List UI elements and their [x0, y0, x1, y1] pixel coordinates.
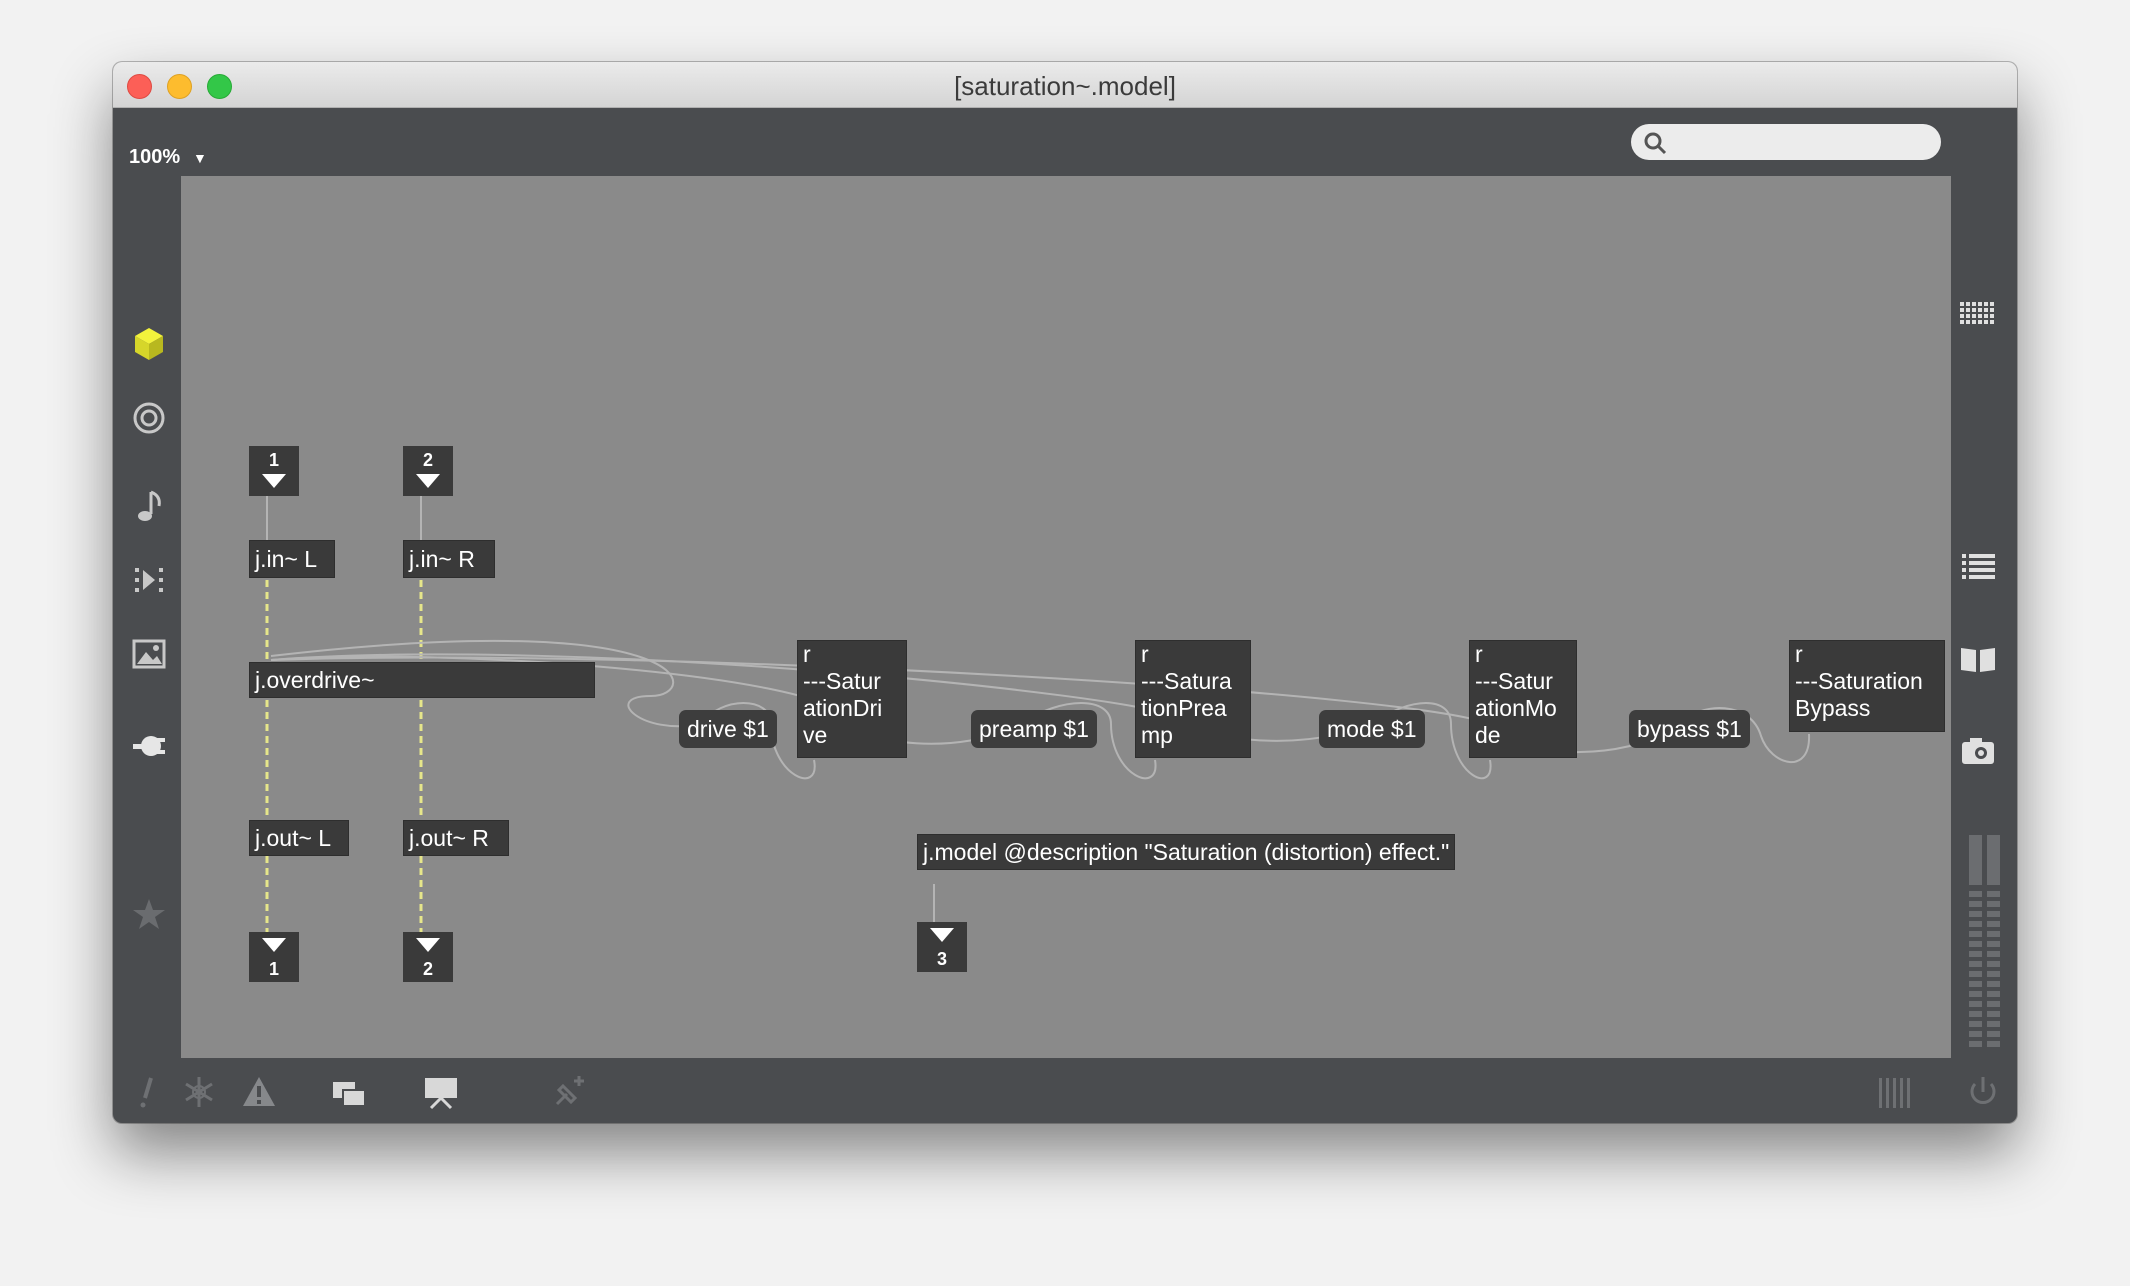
- bars-icon[interactable]: [1873, 1072, 1913, 1112]
- bypass-message[interactable]: bypass $1: [1629, 710, 1750, 748]
- patch-canvas[interactable]: 1 2 j.in~ L j.in~ R j.overdrive~ j.out~ …: [181, 176, 1951, 1058]
- j-out-l-object[interactable]: j.out~ L: [249, 820, 349, 856]
- receive-preamp-object[interactable]: r ---Satura tionPrea mp: [1135, 640, 1251, 758]
- outlet-arrow-icon: [416, 938, 440, 952]
- title-bar: [saturation~.model]: [113, 62, 2017, 108]
- exclamation-icon[interactable]: [129, 1072, 169, 1112]
- level-meter: [1965, 835, 2005, 1055]
- receive-drive-object[interactable]: r ---Satur ationDri ve: [797, 640, 907, 758]
- search-icon: [1644, 132, 1667, 155]
- windows-icon[interactable]: [329, 1072, 369, 1112]
- power-icon[interactable]: [1963, 1072, 2003, 1112]
- outlet-1-number: 1: [268, 959, 279, 979]
- star-icon[interactable]: [129, 894, 169, 934]
- preamp-message[interactable]: preamp $1: [971, 710, 1097, 748]
- inlet-2[interactable]: 2: [403, 446, 453, 496]
- j-out-r-object[interactable]: j.out~ R: [403, 820, 509, 856]
- outlet-arrow-icon: [262, 938, 286, 952]
- drive-message[interactable]: drive $1: [679, 710, 777, 748]
- window-title: [saturation~.model]: [954, 71, 1176, 101]
- outlet-2[interactable]: 2: [403, 932, 453, 982]
- target-icon[interactable]: [129, 398, 169, 438]
- image-icon[interactable]: [129, 634, 169, 674]
- search-input[interactable]: [1677, 128, 1931, 158]
- sequence-icon[interactable]: [129, 560, 169, 600]
- plug-icon[interactable]: [129, 726, 169, 766]
- j-overdrive-object[interactable]: j.overdrive~: [249, 662, 595, 698]
- patch-cords: [265, 494, 1811, 932]
- zoom-level[interactable]: 100%: [129, 146, 180, 169]
- inlet-arrow-icon: [262, 474, 286, 488]
- pin-add-icon[interactable]: [549, 1072, 589, 1112]
- outlet-1[interactable]: 1: [249, 932, 299, 982]
- warning-icon[interactable]: [239, 1072, 279, 1112]
- inlet-1-number: 1: [268, 450, 279, 470]
- receive-bypass-object[interactable]: r ---Saturation Bypass: [1789, 640, 1945, 732]
- receive-mode-object[interactable]: r ---Satur ationMo de: [1469, 640, 1577, 758]
- zoom-dropdown-icon[interactable]: ▼: [193, 150, 207, 166]
- outlet-3[interactable]: 3: [917, 922, 967, 972]
- patcher-window: [saturation~.model] 100% ▼ 1 2 j.in~ L j…: [113, 62, 2017, 1123]
- mode-message[interactable]: mode $1: [1319, 710, 1425, 748]
- presentation-icon[interactable]: [421, 1072, 461, 1112]
- snowflake-icon[interactable]: [179, 1072, 219, 1112]
- camera-icon[interactable]: [1956, 730, 2000, 774]
- book-icon[interactable]: [1956, 638, 2000, 682]
- grid-icon[interactable]: [1956, 294, 2000, 338]
- j-in-r-object[interactable]: j.in~ R: [403, 540, 495, 578]
- j-in-l-object[interactable]: j.in~ L: [249, 540, 335, 578]
- list-icon[interactable]: [1956, 546, 2000, 590]
- j-model-object[interactable]: j.model @description "Saturation (distor…: [917, 834, 1455, 870]
- cube-icon[interactable]: [129, 324, 169, 364]
- outlet-arrow-icon: [930, 928, 954, 942]
- outlet-2-number: 2: [422, 959, 433, 979]
- search-field[interactable]: [1631, 124, 1941, 160]
- inlet-1[interactable]: 1: [249, 446, 299, 496]
- outlet-3-number: 3: [936, 949, 947, 969]
- inlet-2-number: 2: [422, 450, 433, 470]
- music-note-icon[interactable]: [129, 486, 169, 526]
- inlet-arrow-icon: [416, 474, 440, 488]
